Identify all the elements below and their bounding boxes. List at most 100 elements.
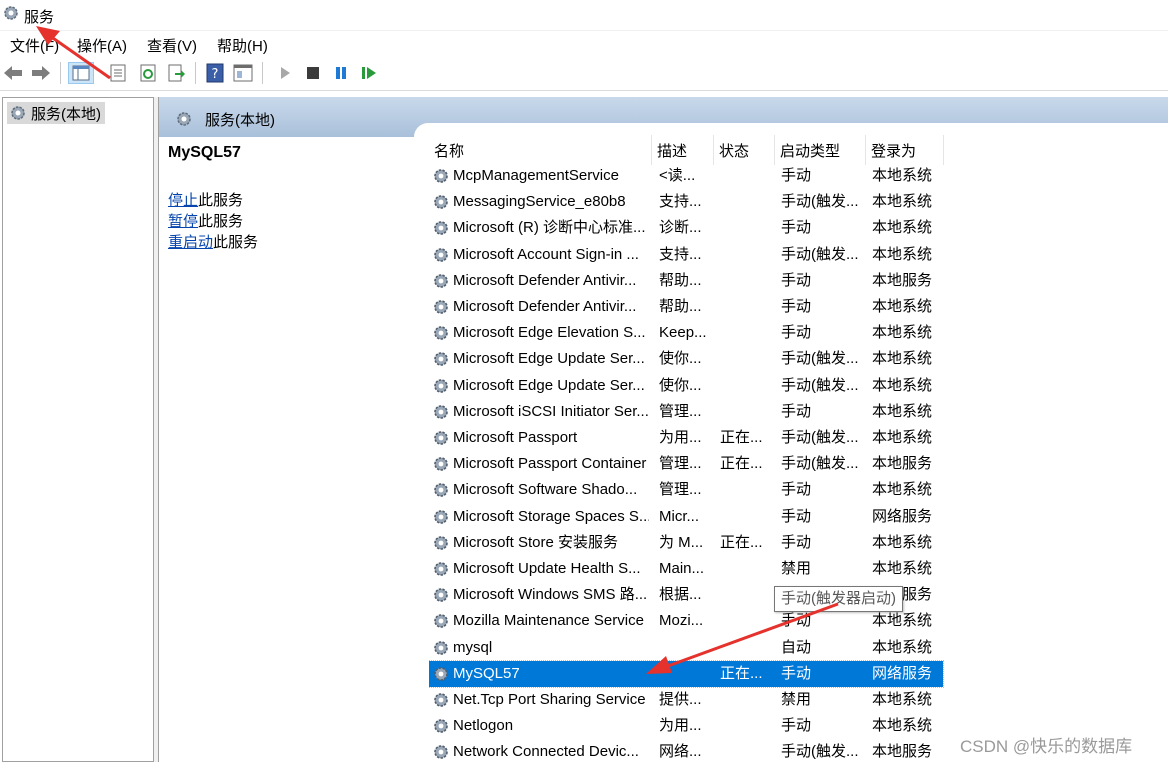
- service-gear-icon: [434, 640, 448, 655]
- console-view-icon[interactable]: [232, 62, 254, 84]
- menu-file[interactable]: 文件(F): [10, 35, 59, 56]
- play-icon[interactable]: [274, 62, 296, 84]
- pause-service-link[interactable]: 暂停: [168, 213, 198, 230]
- service-startup-type: 手动: [781, 219, 812, 237]
- service-name: Microsoft Software Shado...: [453, 481, 638, 499]
- service-row[interactable]: MessagingService_e80b8 支持... 手动(触发... 本地系统: [429, 189, 943, 215]
- service-status: [720, 739, 776, 762]
- action-suffix: 此服务: [198, 213, 244, 230]
- service-name: Net.Tcp Port Sharing Service: [453, 691, 646, 708]
- service-description: Mozi...: [659, 612, 704, 630]
- help-icon[interactable]: ?: [204, 62, 226, 84]
- service-status: [720, 687, 776, 713]
- service-startup-type: 手动: [781, 664, 812, 682]
- restart-service-link[interactable]: 重启动: [168, 234, 213, 251]
- service-description: 诊断...: [659, 219, 702, 237]
- service-status: [720, 215, 776, 241]
- service-startup-type: 手动: [781, 298, 812, 315]
- service-description: 为 M...: [659, 533, 704, 551]
- service-row[interactable]: Net.Tcp Port Sharing Service 提供... 禁用 本地系统: [429, 687, 943, 713]
- column-header-status[interactable]: 状态: [714, 135, 775, 165]
- list-header: ^ 名称 描述 状态 启动类型 登录为: [429, 135, 944, 165]
- service-row[interactable]: Microsoft (R) 诊断中心标准... 诊断... 手动 本地系统: [429, 215, 943, 241]
- service-startup-type: 手动: [781, 507, 812, 525]
- export-list-icon[interactable]: [165, 62, 187, 84]
- menu-view[interactable]: 查看(V): [147, 35, 197, 56]
- service-description: 网络...: [659, 743, 702, 761]
- service-row[interactable]: Microsoft Account Sign-in ... 支持... 手动(触发.…: [429, 242, 943, 268]
- service-row[interactable]: Microsoft Defender Antivir... 帮助... 手动 本地服务: [429, 268, 943, 294]
- service-row[interactable]: Microsoft Edge Update Ser... 使你... 手动(触发..…: [429, 346, 943, 372]
- service-logon-as: 网络服务: [872, 507, 933, 525]
- service-startup-type: 禁用: [781, 691, 812, 708]
- service-row[interactable]: Microsoft Defender Antivir... 帮助... 手动 本地系统: [429, 294, 943, 320]
- service-row[interactable]: MySQL57 正在... 手动 网络服务: [429, 659, 944, 688]
- stop-icon[interactable]: [302, 62, 324, 84]
- column-header-name[interactable]: 名称: [429, 135, 652, 165]
- service-name: MySQL57: [453, 664, 520, 682]
- startup-type-tooltip: 手动(触发器启动): [774, 586, 903, 612]
- service-description: Main...: [659, 560, 705, 577]
- menu-help[interactable]: 帮助(H): [217, 35, 268, 56]
- service-status: [720, 556, 776, 582]
- service-gear-icon: [434, 666, 448, 681]
- service-description: 根据...: [659, 586, 702, 604]
- service-name: Microsoft Storage Spaces S...: [453, 507, 649, 525]
- service-name: Microsoft iSCSI Initiator Ser...: [453, 402, 649, 420]
- service-row[interactable]: Netlogon 为用... 手动 本地系统: [429, 713, 943, 739]
- services-pane: 服务(本地) MySQL57 停止此服务 暂停此服务 重启动此服务 ^ 名称 描…: [158, 97, 1168, 762]
- column-header-description[interactable]: 描述: [652, 135, 714, 165]
- service-row[interactable]: Microsoft Edge Elevation S... Keep... 手动 本地…: [429, 320, 943, 346]
- properties-icon[interactable]: [107, 62, 129, 84]
- service-row[interactable]: Microsoft Passport 为用... 正在... 手动(触发... 本地系统: [429, 425, 943, 451]
- service-row[interactable]: Microsoft iSCSI Initiator Ser... 管理... 手动 本…: [429, 399, 943, 425]
- service-startup-type: 手动: [781, 533, 812, 551]
- menu-action[interactable]: 操作(A): [77, 35, 127, 56]
- services-list: ^ 名称 描述 状态 启动类型 登录为 McpManagementService…: [429, 135, 1168, 762]
- service-row[interactable]: Microsoft Edge Update Ser... 使你... 手动(触发..…: [429, 373, 943, 399]
- title-bar: 服务: [0, 0, 1168, 30]
- service-row[interactable]: Network Connected Devic... 网络... 手动(触发... 本…: [429, 739, 943, 762]
- service-description: Micr...: [659, 507, 699, 525]
- column-header-logon-as[interactable]: 登录为: [866, 135, 944, 165]
- service-name: Microsoft Windows SMS 路...: [453, 586, 648, 604]
- back-arrow-icon[interactable]: [2, 62, 24, 84]
- service-row[interactable]: Microsoft Store 安装服务 为 M... 正在... 手动 本地系统: [429, 530, 943, 556]
- service-logon-as: 本地系统: [872, 245, 933, 263]
- service-description: [659, 635, 715, 661]
- service-gear-icon: [434, 693, 448, 707]
- service-row[interactable]: Mozilla Maintenance Service Mozi... 手动 本地系统: [429, 608, 943, 634]
- service-status: [720, 477, 776, 503]
- menu-bar: 文件(F) 操作(A) 查看(V) 帮助(H): [0, 30, 1168, 57]
- service-status: [720, 163, 776, 189]
- service-status: [720, 242, 776, 268]
- pause-icon[interactable]: [330, 62, 352, 84]
- tree-item-label: 服务(本地): [31, 105, 101, 123]
- gear-icon: [4, 6, 18, 20]
- service-row[interactable]: Microsoft Storage Spaces S... Micr... 手动 网络…: [429, 504, 943, 530]
- service-row[interactable]: mysql 自动 本地系统: [429, 635, 943, 661]
- service-status: [720, 582, 776, 608]
- service-description: 提供...: [659, 691, 702, 708]
- forward-arrow-icon[interactable]: [30, 62, 52, 84]
- service-row[interactable]: Microsoft Passport Container 管理... 正在... 手动…: [429, 451, 943, 477]
- service-row[interactable]: McpManagementService <读... 手动 本地系统: [429, 163, 943, 189]
- service-description: 管理...: [659, 481, 702, 499]
- service-name: Microsoft Account Sign-in ...: [453, 245, 639, 263]
- action-suffix: 此服务: [213, 234, 259, 251]
- service-description: <读...: [659, 167, 696, 184]
- show-hide-tree-icon[interactable]: [68, 62, 94, 84]
- service-name: Netlogon: [453, 717, 514, 735]
- service-startup-type: 手动: [781, 481, 812, 499]
- service-gear-icon: [434, 404, 448, 419]
- service-startup-type: 手动(触发...: [781, 376, 859, 394]
- tree-item-local-services[interactable]: 服务(本地): [7, 102, 105, 124]
- refresh-icon[interactable]: [137, 62, 159, 84]
- service-row[interactable]: Microsoft Update Health S... Main... 禁用 本地系…: [429, 556, 943, 582]
- service-description: 使你...: [659, 376, 702, 394]
- column-header-startup-type[interactable]: 启动类型: [775, 135, 866, 165]
- restart-icon[interactable]: [358, 62, 380, 84]
- action-suffix: 此服务: [198, 192, 244, 209]
- stop-service-link[interactable]: 停止: [168, 192, 198, 209]
- service-row[interactable]: Microsoft Software Shado... 管理... 手动 本地系统: [429, 477, 943, 503]
